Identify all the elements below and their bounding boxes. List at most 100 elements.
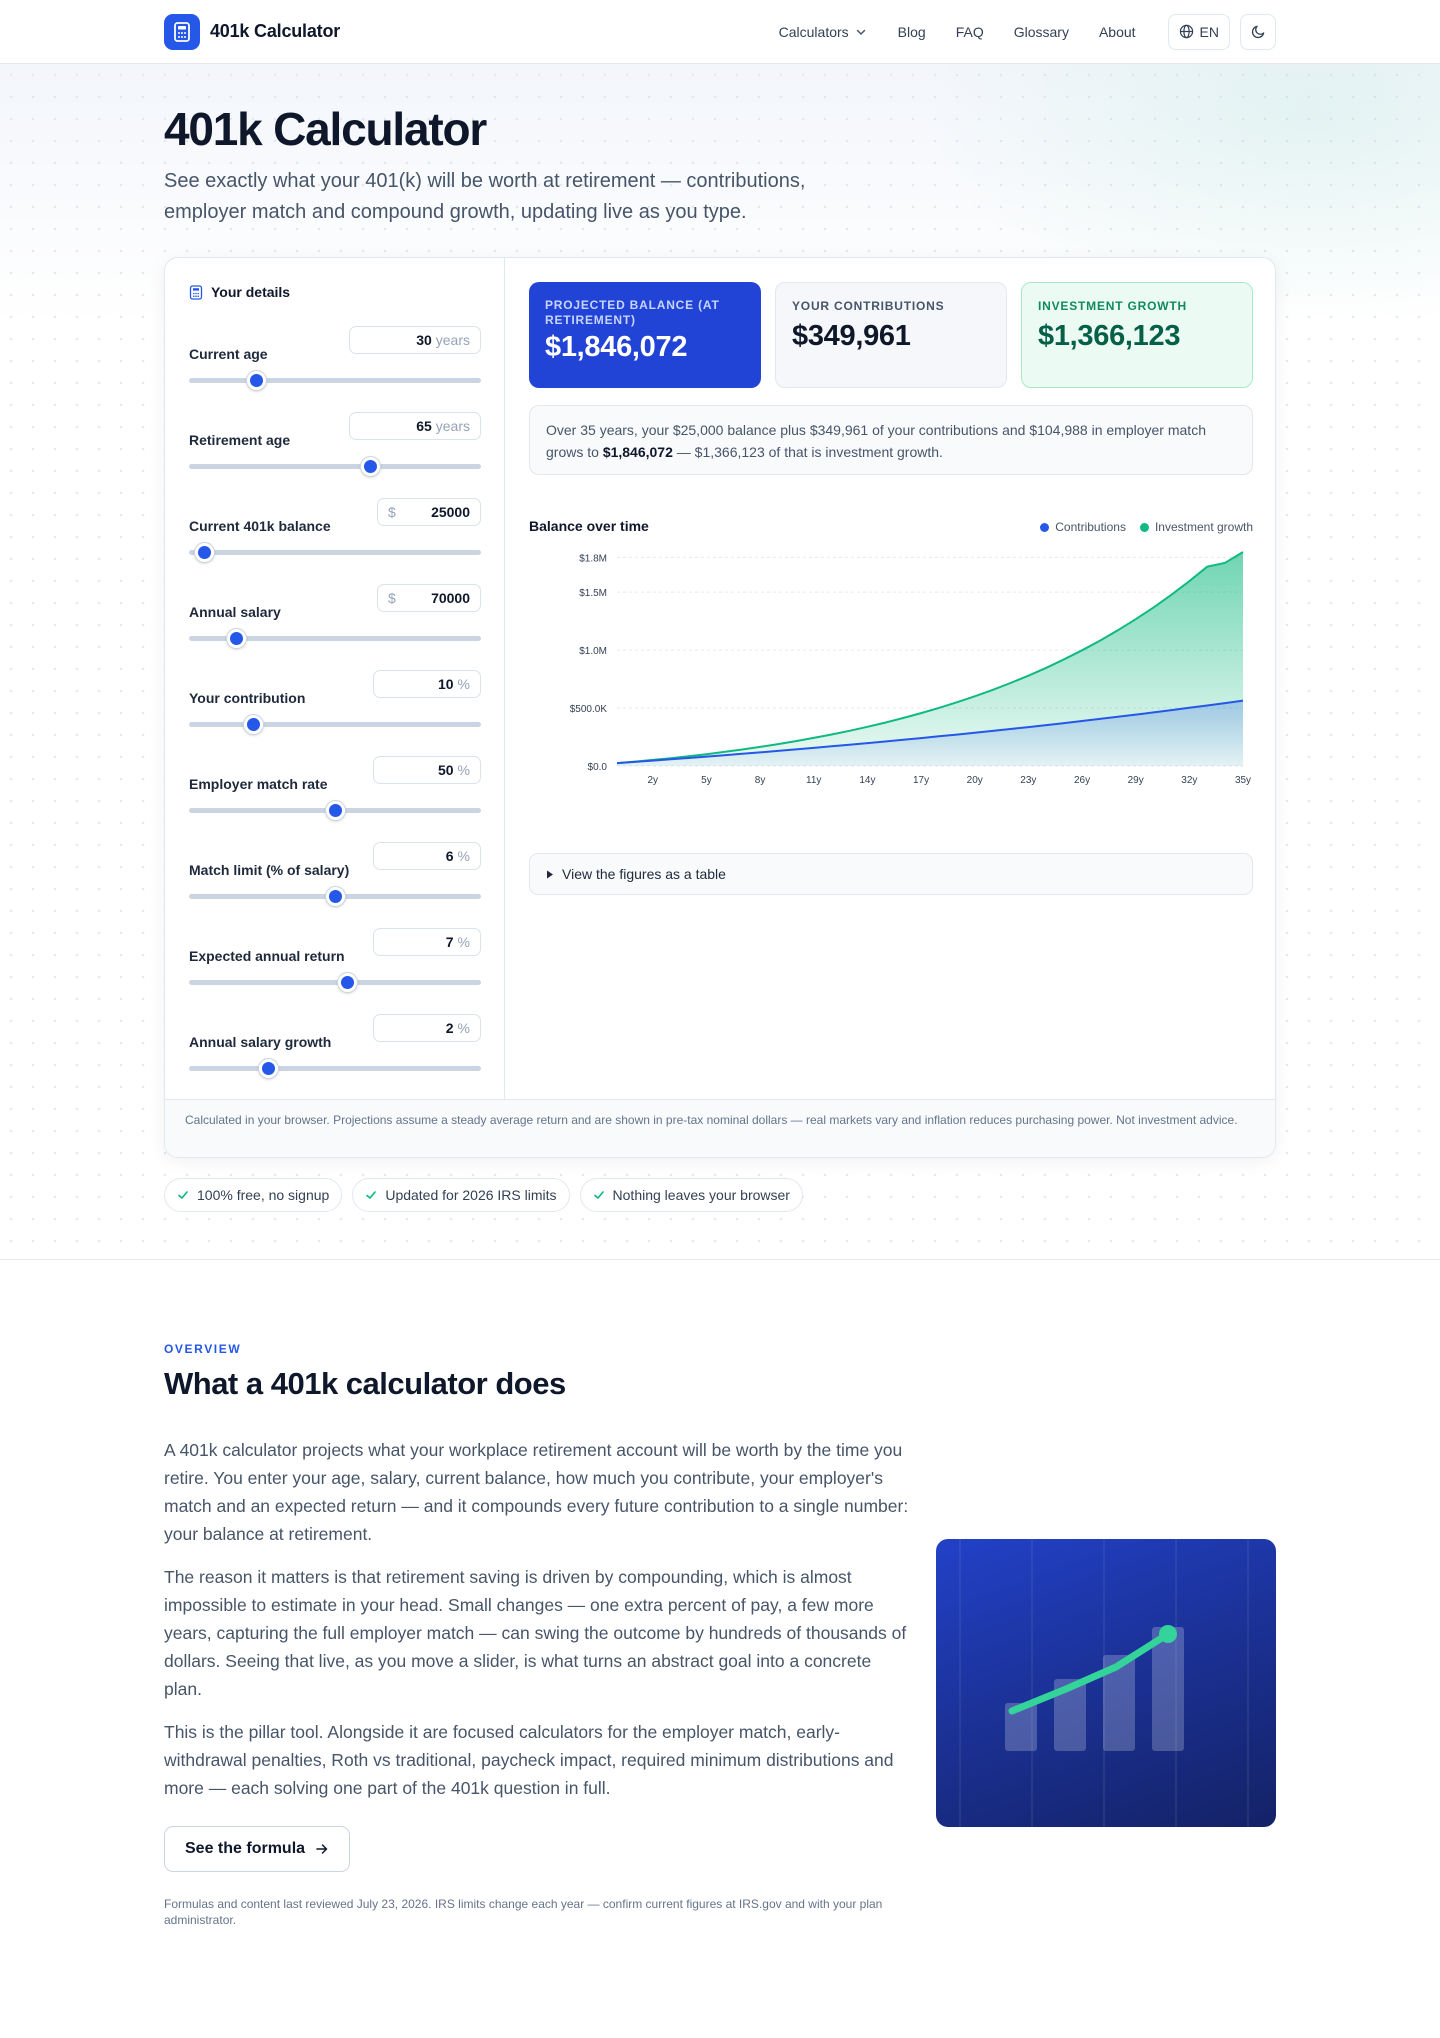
details-panel: Your details Current age 30 years Retiremen… bbox=[165, 258, 505, 1100]
summary-balance: $1,846,072 bbox=[602, 444, 673, 460]
see-formula-label: See the formula bbox=[185, 1840, 306, 1857]
check-icon bbox=[178, 1191, 188, 1199]
nav-about[interactable]: About bbox=[1099, 24, 1136, 40]
slider-thumb[interactable] bbox=[326, 801, 345, 820]
page-subtitle: See exactly what your 401(k) will be wor… bbox=[164, 170, 806, 223]
unit-label: years bbox=[435, 418, 470, 434]
details-title-label: Your details bbox=[211, 284, 291, 300]
results-summary: Over 35 years, your $25,000 balance plus… bbox=[529, 405, 1253, 475]
brand-name[interactable]: 401k Calculator bbox=[210, 21, 340, 42]
field-label: Annual salary bbox=[189, 604, 281, 620]
details-title: Your details bbox=[189, 284, 290, 300]
card-footnote: Calculated in your browser. Projections … bbox=[165, 1099, 1275, 1157]
language-button[interactable]: EN bbox=[1167, 13, 1230, 50]
x-tick-label: 23y bbox=[1020, 775, 1036, 786]
calculator-logo-icon[interactable] bbox=[164, 13, 200, 50]
growth-label: Investment growth bbox=[1038, 299, 1187, 313]
field-input[interactable]: 6% bbox=[373, 842, 481, 870]
overview-paragraph-3: This is the pillar tool. Alongside it ar… bbox=[164, 1722, 894, 1798]
field-slider[interactable] bbox=[189, 543, 481, 562]
chart-legend: Contributions Investment growth bbox=[1040, 520, 1253, 534]
field-input[interactable]: 2% bbox=[373, 1014, 481, 1042]
overview-eyebrow: OVERVIEW bbox=[164, 1342, 242, 1356]
calculator-card: Your details Current age 30 years Retiremen… bbox=[164, 257, 1276, 1158]
slider-thumb[interactable] bbox=[247, 371, 267, 390]
field-slider[interactable] bbox=[189, 973, 481, 992]
field-label: Employer match rate bbox=[189, 776, 328, 792]
slider-thumb[interactable] bbox=[361, 457, 381, 476]
x-tick-label: 17y bbox=[913, 775, 929, 786]
summary-text-end: — $1,366,123 of that is investment growt… bbox=[672, 444, 943, 460]
field-label: Retirement age bbox=[189, 432, 291, 448]
theme-toggle-button[interactable] bbox=[1240, 13, 1276, 50]
field-input[interactable]: $25000 bbox=[377, 498, 481, 526]
slider-thumb[interactable] bbox=[326, 887, 345, 906]
field-input[interactable]: $70000 bbox=[377, 584, 481, 612]
triangle-right-icon bbox=[547, 870, 553, 878]
growth-chart-illustration bbox=[959, 1539, 1249, 1827]
nav-glossary[interactable]: Glossary bbox=[1014, 24, 1069, 40]
see-formula-button[interactable]: See the formula bbox=[164, 1826, 351, 1872]
nav-calculators[interactable]: Calculators bbox=[779, 24, 868, 40]
field-slider[interactable] bbox=[189, 715, 481, 734]
currency-prefix: $ bbox=[388, 504, 396, 520]
projected-balance-label: Projected balance (at retirement) bbox=[545, 298, 720, 327]
field-input[interactable]: 7% bbox=[373, 928, 481, 956]
moon-icon bbox=[1251, 25, 1264, 39]
field-label: Annual salary growth bbox=[189, 1034, 332, 1050]
view-table-toggle[interactable]: View the figures as a table bbox=[529, 853, 1253, 895]
field-slider[interactable] bbox=[189, 371, 481, 390]
field-slider[interactable] bbox=[189, 629, 481, 648]
field-input[interactable]: 10% bbox=[373, 670, 481, 698]
field-slider[interactable] bbox=[189, 457, 481, 476]
field-current-age: Current age 30 years bbox=[189, 326, 481, 412]
field-slider[interactable] bbox=[189, 1059, 481, 1078]
y-tick-label: $500.0K bbox=[570, 704, 608, 715]
legend-label: Investment growth bbox=[1154, 520, 1253, 534]
slider-thumb[interactable] bbox=[337, 973, 357, 992]
overview-paragraph-2: The reason it matters is that retirement… bbox=[164, 1567, 907, 1699]
x-tick-label: 8y bbox=[755, 775, 766, 786]
unit-label: % bbox=[457, 1020, 470, 1036]
y-tick-label: $1.8M bbox=[579, 553, 607, 564]
field-input[interactable]: 30 years bbox=[349, 326, 481, 354]
chevron-down-icon bbox=[856, 29, 865, 35]
field-label: Your contribution bbox=[189, 690, 306, 706]
x-tick-label: 26y bbox=[1074, 775, 1090, 786]
nav-blog[interactable]: Blog bbox=[898, 24, 926, 40]
field-slider[interactable] bbox=[189, 801, 481, 820]
unit-label: % bbox=[457, 934, 470, 950]
field-input[interactable]: 50% bbox=[373, 756, 481, 784]
contributions-label: Your contributions bbox=[792, 299, 945, 313]
field-value: 70000 bbox=[431, 590, 470, 606]
legend-label: Contributions bbox=[1055, 520, 1126, 534]
trust-badge: 100% free, no signup bbox=[164, 1178, 343, 1212]
arrow-right-icon bbox=[316, 1844, 328, 1854]
field-current-401k-balance: Current 401k balance $25000 bbox=[189, 498, 481, 584]
growth-card: Investment growth $1,366,123 bbox=[1021, 282, 1253, 388]
trust-label: Updated for 2026 IRS limits bbox=[385, 1187, 557, 1203]
field-label: Match limit (% of salary) bbox=[189, 862, 350, 878]
chart-title: Balance over time bbox=[529, 518, 649, 534]
contributions-card: Your contributions $349,961 bbox=[775, 282, 1007, 388]
currency-prefix: $ bbox=[388, 590, 396, 606]
field-annual-salary-growth: Annual salary growth 2% bbox=[189, 1014, 481, 1100]
field-value: 65 bbox=[416, 418, 432, 434]
field-slider[interactable] bbox=[189, 887, 481, 906]
slider-thumb[interactable] bbox=[226, 629, 246, 648]
trust-badges: 100% free, no signup Updated for 2026 IR… bbox=[164, 1178, 803, 1212]
overview-title: What a 401k calculator does bbox=[164, 1366, 566, 1401]
slider-thumb[interactable] bbox=[258, 1059, 278, 1078]
field-input[interactable]: 65 years bbox=[349, 412, 481, 440]
legend-dot bbox=[1040, 522, 1050, 532]
x-tick-label: 35y bbox=[1235, 775, 1251, 786]
slider-thumb[interactable] bbox=[194, 543, 214, 562]
nav-faq[interactable]: FAQ bbox=[956, 24, 984, 40]
check-icon bbox=[593, 1191, 604, 1199]
balance-chart: $0.0 $500.0K $1.0M $1.5M $1.8M 2y 5y 8y 11y 14y 17… bbox=[570, 551, 1251, 786]
field-value: 7 bbox=[445, 934, 454, 950]
slider-thumb[interactable] bbox=[244, 715, 264, 734]
nav-calculators-label: Calculators bbox=[778, 23, 849, 40]
field-value: 50 bbox=[437, 762, 454, 778]
growth-value: $1,366,123 bbox=[1038, 320, 1181, 352]
